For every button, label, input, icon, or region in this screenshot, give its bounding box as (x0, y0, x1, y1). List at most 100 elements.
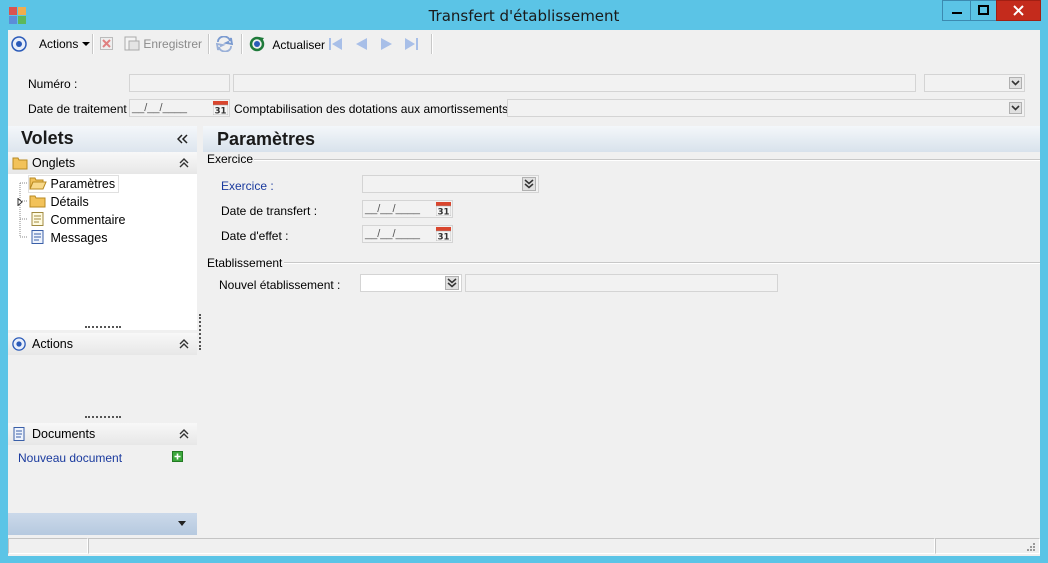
open-folder-icon (29, 177, 47, 190)
date-transfert-field[interactable]: __/__/____ 31 (362, 200, 453, 218)
folder-icon (12, 157, 28, 170)
note-icon (31, 212, 44, 226)
tree-item-label: Détails (50, 195, 89, 209)
status-bar (8, 536, 1040, 556)
exercice-dropdown[interactable] (362, 175, 539, 193)
toolbar: Actions Enregistrer Actualiser (8, 30, 1040, 58)
collapse-pane-icon[interactable] (177, 134, 188, 144)
tree-item-label: Messages (50, 231, 108, 245)
tree-item-details[interactable]: Détails (29, 194, 89, 210)
add-icon[interactable] (172, 451, 183, 462)
tree-item-label: Commentaire (50, 213, 126, 227)
title-bar[interactable]: Transfert d'établissement (0, 0, 1048, 30)
status-cell (88, 538, 935, 554)
numero-description-field[interactable] (233, 74, 916, 92)
next-record-icon[interactable] (380, 37, 394, 51)
window-title: Transfert d'établissement (428, 7, 620, 25)
parametres-header: Paramètres (203, 126, 1040, 152)
maximize-icon (978, 5, 989, 15)
date-transfert-value: __/__/____ (365, 203, 421, 215)
close-button[interactable] (996, 0, 1041, 21)
date-transfert-label: Date de transfert : (221, 204, 318, 218)
chevron-down-icon (1011, 80, 1020, 86)
tree-item-commentaire[interactable]: Commentaire (29, 212, 126, 228)
close-icon (1013, 5, 1024, 16)
expand-arrow-icon[interactable] (17, 198, 23, 206)
refresh-label: Actualiser (272, 38, 326, 52)
nouvel-etablissement-dropdown[interactable] (360, 274, 462, 292)
refresh-button[interactable]: Actualiser (249, 36, 325, 52)
double-chevron-down-icon (447, 278, 457, 288)
onglets-tree: Paramètres Détails Commentaire Messages (8, 174, 197, 330)
group-divider (284, 262, 1040, 264)
minimize-icon (952, 12, 962, 14)
sync-icon[interactable] (216, 36, 233, 52)
save-button[interactable]: Enregistrer (124, 36, 202, 52)
date-traitement-value: __/__/____ (132, 102, 188, 114)
maximize-button[interactable] (970, 0, 997, 21)
date-effet-field[interactable]: __/__/____ 31 (362, 225, 453, 243)
tree-item-messages[interactable]: Messages (29, 230, 107, 246)
chevron-up-icon[interactable] (179, 428, 189, 440)
calendar-day: 31 (438, 233, 450, 242)
double-chevron-down-icon (524, 179, 534, 189)
toolbar-separator (208, 34, 210, 54)
comptabilisation-label: Comptabilisation des dotations aux amort… (234, 102, 515, 116)
previous-record-icon[interactable] (354, 37, 368, 51)
calendar-icon[interactable]: 31 (213, 101, 228, 115)
delete-icon[interactable] (100, 37, 113, 50)
minimize-button[interactable] (942, 0, 972, 21)
volets-header: Volets (8, 126, 197, 152)
chevron-down-icon (1011, 105, 1020, 111)
save-label: Enregistrer (143, 37, 203, 51)
toolbar-separator (241, 34, 243, 54)
last-record-icon[interactable] (404, 37, 419, 51)
volets-title: Volets (21, 128, 74, 148)
parametres-title: Paramètres (217, 129, 316, 149)
exercice-label: Exercice : (221, 179, 274, 193)
numero-type-dropdown[interactable] (924, 74, 1025, 92)
comptabilisation-dropdown[interactable] (507, 99, 1025, 117)
application-window: Transfert d'établissement Actions Enregi… (0, 0, 1048, 563)
dropdown-button[interactable] (1009, 102, 1022, 114)
calendar-icon[interactable]: 31 (436, 202, 451, 216)
nouvel-etablissement-label: Nouvel établissement : (219, 278, 341, 292)
first-record-icon[interactable] (328, 37, 343, 51)
chevron-down-icon (81, 42, 90, 46)
onglets-title: Onglets (32, 156, 76, 170)
folder-icon (29, 195, 46, 208)
pane-resize-grip[interactable] (199, 314, 203, 350)
toolbar-separator (431, 34, 433, 54)
numero-code-field[interactable] (129, 74, 230, 92)
chevron-down-icon[interactable] (178, 521, 186, 527)
nouvel-etablissement-description-field[interactable] (465, 274, 778, 292)
dropdown-button[interactable] (1009, 77, 1022, 89)
dropdown-button[interactable] (445, 276, 459, 290)
date-effet-label: Date d'effet : (221, 229, 289, 243)
etablissement-group-title: Etablissement (207, 256, 283, 270)
tree-item-parametres[interactable]: Paramètres (28, 175, 120, 193)
documents-body: Nouveau document (8, 445, 197, 513)
save-icon (124, 36, 140, 51)
dropdown-button[interactable] (522, 177, 536, 191)
date-traitement-field[interactable]: __/__/____ 31 (129, 99, 230, 117)
calendar-day: 31 (438, 208, 450, 217)
onglets-section-header[interactable]: Onglets (8, 152, 197, 174)
pane-footer[interactable] (8, 513, 197, 535)
actions-section-header[interactable]: Actions (8, 333, 197, 355)
actions-menu-label: Actions (39, 37, 79, 51)
actions-resize-grip[interactable] (85, 416, 121, 420)
calendar-icon[interactable]: 31 (436, 227, 451, 241)
actions-icon (11, 36, 27, 52)
chevron-up-icon[interactable] (179, 157, 189, 169)
new-document-link[interactable]: Nouveau document (18, 450, 122, 466)
documents-section-header[interactable]: Documents (8, 423, 197, 445)
chevron-up-icon[interactable] (179, 338, 189, 350)
actions-icon (12, 337, 26, 351)
calendar-day: 31 (215, 107, 227, 116)
documents-title: Documents (32, 427, 96, 441)
actions-menu-button[interactable]: Actions (39, 36, 90, 52)
exercice-group-title: Exercice (207, 152, 254, 166)
resize-grip-icon[interactable] (1024, 542, 1036, 554)
onglets-resize-grip[interactable] (85, 326, 121, 330)
